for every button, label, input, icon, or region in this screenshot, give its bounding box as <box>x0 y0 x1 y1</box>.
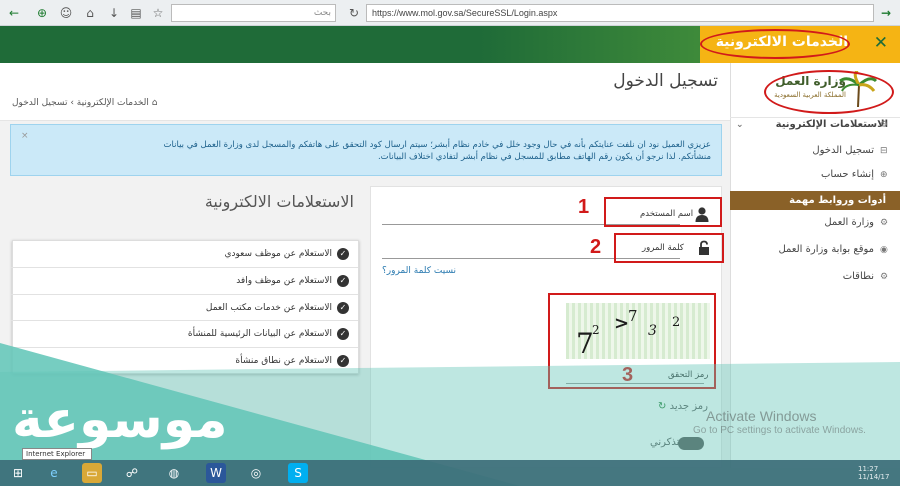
sidebar-link-label: وزارة العمل <box>824 217 874 228</box>
annotation-box-2 <box>614 233 724 263</box>
annotation-number-2: 2 <box>590 236 602 258</box>
internet-explorer-icon[interactable]: e <box>44 463 64 483</box>
address-bar[interactable]: https://www.mol.gov.sa/SecureSSL/Login.a… <box>366 4 874 22</box>
home-icon: ⌂ <box>148 98 158 108</box>
taskbar: ⊞ e ▭ ☍ ◍ W ◎ S <box>0 460 900 486</box>
page-header: تسجيل الدخول ⌂ الخدمات الإلكترونية › تسج… <box>0 63 730 121</box>
refresh-icon: ↻ <box>658 401 667 412</box>
close-icon[interactable]: ✕ <box>874 33 888 53</box>
check-circle-icon: ✓ <box>337 274 349 287</box>
inquiry-label: الاستعلام عن خدمات مكتب العمل <box>205 302 332 313</box>
refresh-captcha-button[interactable]: رمز جديد ↻ <box>658 401 708 412</box>
skype-icon[interactable]: S <box>288 463 308 483</box>
sidebar-item-register[interactable]: إنشاء حساب ⊕ <box>730 165 900 185</box>
tools-header: أدوات وروابط مهمة <box>730 191 900 210</box>
inquiries-title: الاستعلامات الالكترونية <box>204 192 354 211</box>
search-input[interactable]: بحث <box>171 4 336 22</box>
browser-toolbar: ← ⊕ ☺ ⌂ ↓ ▤ ☆ بحث ↻ https://www.mol.gov.… <box>0 0 900 26</box>
bookmarks-icon[interactable]: ▤ <box>128 5 144 21</box>
notice-alert: × عزيزي العميل نود ان نلفت عنايتكم بأنه … <box>10 124 722 176</box>
back-icon[interactable]: ← <box>6 5 22 21</box>
inquiry-item[interactable]: ✓ الاستعلام عن موظف سعودي <box>11 241 358 268</box>
inquiries-list: ✓ الاستعلام عن موظف سعودي ✓ الاستعلام عن م… <box>11 240 359 375</box>
sidebar-item-inquiries[interactable]: الاستعلامات الإلكترونية ⌄ ⚙ <box>730 115 900 135</box>
check-circle-icon: ✓ <box>337 355 349 368</box>
chat-icon[interactable]: ☺ <box>58 5 74 21</box>
alert-message: عزيزي العميل نود ان نلفت عنايتكم بأنه في… <box>163 140 711 162</box>
breadcrumb-text: الخدمات الإلكترونية › تسجيل الدخول <box>12 98 149 108</box>
remember-me-label: تذكرني <box>650 437 680 448</box>
globe-icon: ◉ <box>880 245 888 255</box>
inquiry-label: الاستعلام عن موظف وافد <box>236 275 332 286</box>
check-circle-icon: ✓ <box>337 301 349 314</box>
chevron-down-icon: ⌄ <box>736 120 744 130</box>
windows-start-icon[interactable]: ⊞ <box>8 463 28 483</box>
gear-icon: ⚙ <box>880 272 889 282</box>
gear-icon: ⚙ <box>880 218 889 228</box>
login-icon: ⊟ <box>880 146 888 156</box>
file-explorer-icon[interactable]: ▭ <box>82 463 102 483</box>
remember-me-toggle[interactable] <box>678 437 704 450</box>
sidebar-item-label: إنشاء حساب <box>821 169 874 180</box>
sidebar-link-portal[interactable]: موقع بوابة وزارة العمل ◉ <box>730 240 900 260</box>
sidebar-link-label: موقع بوابة وزارة العمل <box>778 244 874 255</box>
annotation-ellipse-logo <box>764 70 894 114</box>
sidebar-link-ministry[interactable]: وزارة العمل ⚙ <box>730 213 900 233</box>
sidebar-item-label: الاستعلامات الإلكترونية <box>775 119 888 130</box>
clock-time: 11:27 <box>858 465 879 473</box>
site-watermark-logo: موسوعة <box>12 390 228 450</box>
breadcrumb[interactable]: ⌂ الخدمات الإلكترونية › تسجيل الدخول <box>12 98 157 108</box>
activate-windows-title: Activate Windows <box>706 408 817 424</box>
annotation-number-3: 3 <box>622 364 634 386</box>
sidebar-item-label: تسجيل الدخول <box>812 145 874 156</box>
taskbar-tooltip: Internet Explorer <box>22 448 92 460</box>
inquiry-item[interactable]: ✓ الاستعلام عن موظف وافد <box>11 268 358 295</box>
clock-date: 11/14/17 <box>858 473 890 481</box>
system-clock[interactable]: 11:27 11/14/17 <box>858 465 889 481</box>
annotation-ellipse-header <box>700 29 850 59</box>
check-circle-icon: ✓ <box>337 248 349 260</box>
update-icon[interactable]: ⊕ <box>34 5 50 21</box>
annotation-box-1 <box>604 197 722 227</box>
page-title: تسجيل الدخول <box>613 71 718 91</box>
add-icon: ⊕ <box>880 170 888 180</box>
annotation-number-1: 1 <box>578 196 590 218</box>
word-icon[interactable]: W <box>206 463 226 483</box>
settings-icon[interactable]: ◎ <box>246 463 266 483</box>
inquiry-item[interactable]: ✓ الاستعلام عن نطاق منشأة <box>11 348 358 375</box>
reload-icon[interactable]: ↻ <box>346 5 362 21</box>
sidebar-link-nitaqat[interactable]: نطاقات ⚙ <box>730 267 900 287</box>
gear-icon: ⚙ <box>880 120 889 130</box>
inquiry-item[interactable]: ✓ الاستعلام عن خدمات مكتب العمل <box>11 295 358 322</box>
inquiry-label: الاستعلام عن نطاق منشأة <box>235 356 332 367</box>
home-icon[interactable]: ⌂ <box>82 5 98 21</box>
inquiry-item[interactable]: ✓ الاستعلام عن البيانات الرئيسية للمنشأة <box>11 321 358 349</box>
download-icon[interactable]: ↓ <box>106 5 122 21</box>
sidebar-item-login[interactable]: تسجيل الدخول ⊟ <box>730 141 900 161</box>
go-forward-icon[interactable]: → <box>878 5 894 21</box>
browser-icon[interactable]: ◍ <box>164 463 184 483</box>
network-icon[interactable]: ☍ <box>122 463 142 483</box>
alert-close-button[interactable]: × <box>21 131 29 141</box>
sidebar-link-label: نطاقات <box>842 271 874 282</box>
inquiry-label: الاستعلام عن البيانات الرئيسية للمنشأة <box>187 329 332 340</box>
check-circle-icon: ✓ <box>337 328 349 341</box>
activate-windows-subtitle: Go to PC settings to activate Windows. <box>693 425 866 436</box>
inquiry-label: الاستعلام عن موظف سعودي <box>224 249 332 259</box>
star-icon[interactable]: ☆ <box>150 5 166 21</box>
refresh-label: رمز جديد <box>669 401 708 412</box>
forgot-password-link[interactable]: نسيت كلمة المرور؟ <box>382 266 456 276</box>
